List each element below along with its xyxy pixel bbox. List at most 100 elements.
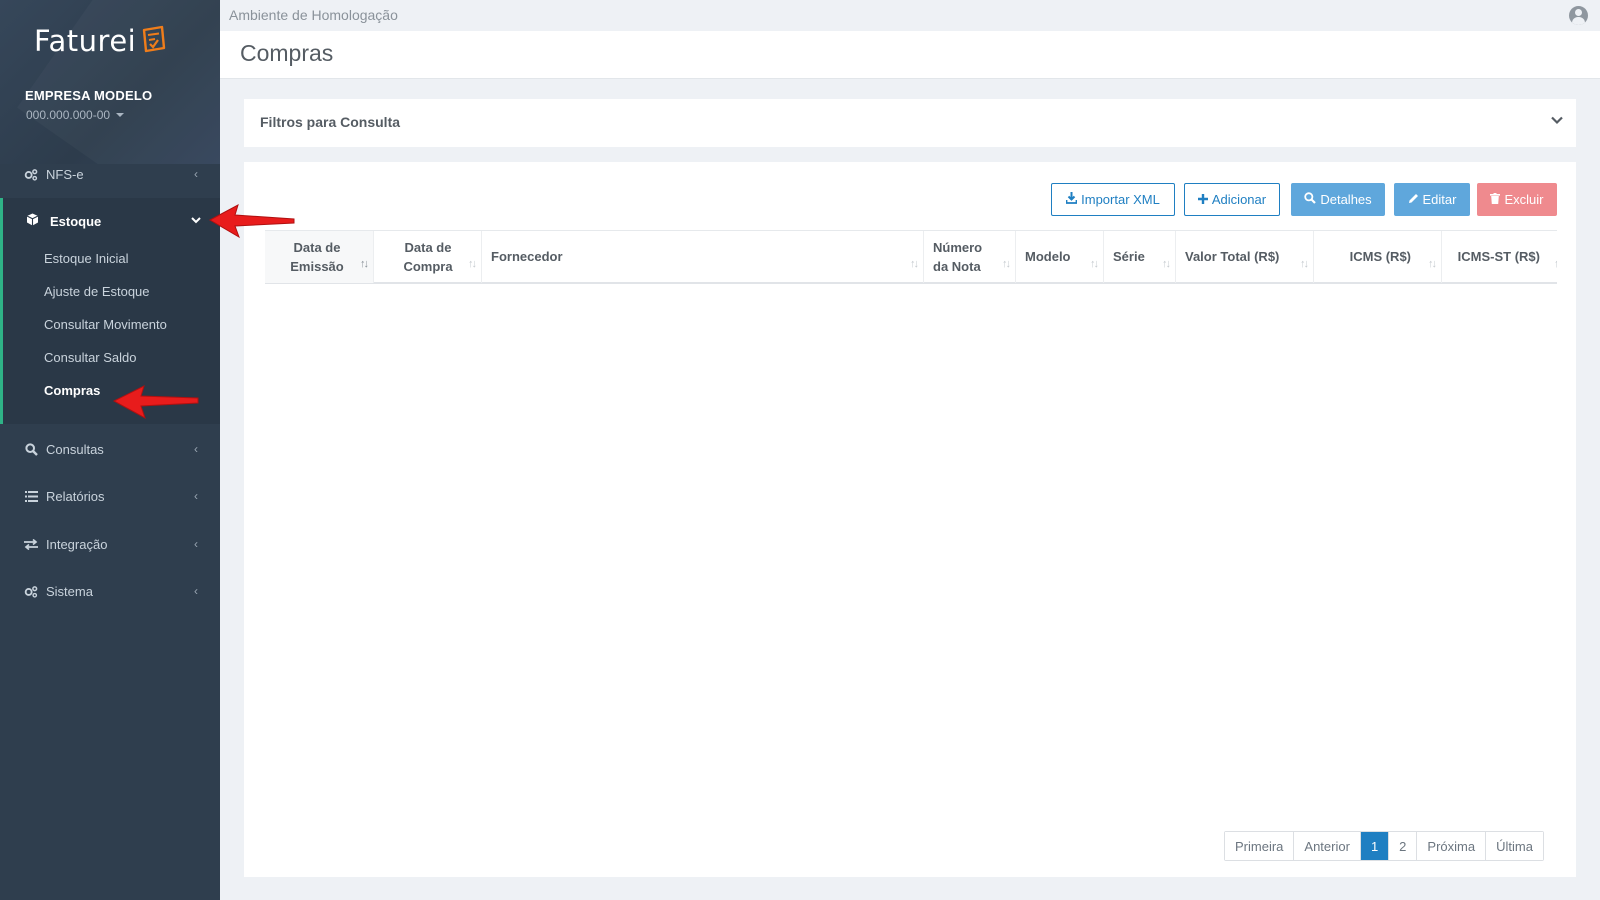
gears-icon bbox=[24, 167, 38, 181]
purchases-panel: Importar XML Adicionar Detalhes Editar E… bbox=[244, 162, 1576, 877]
pagination-last[interactable]: Última bbox=[1486, 832, 1543, 860]
sidebar-item-sistema[interactable]: Sistema ‹ bbox=[0, 574, 220, 608]
sidebar: Faturei EMPRESA MODELO 000.000.000-00 NF… bbox=[0, 0, 220, 900]
column-header-fornecedor[interactable]: Fornecedor ↑↓ bbox=[482, 231, 924, 283]
company-selector[interactable]: 000.000.000-00 bbox=[26, 108, 125, 122]
trash-icon bbox=[1490, 192, 1501, 207]
company-name: EMPRESA MODELO bbox=[25, 88, 153, 103]
sort-icon: ↑↓ bbox=[1002, 258, 1011, 270]
column-header-modelo[interactable]: Modelo ↑↓ bbox=[1016, 231, 1104, 283]
delete-button[interactable]: Excluir bbox=[1477, 183, 1557, 216]
column-label-line2: da Nota bbox=[933, 259, 981, 274]
download-icon bbox=[1065, 192, 1078, 207]
pagination-page-1[interactable]: 1 bbox=[1360, 832, 1390, 860]
logo-text: Faturei bbox=[34, 24, 137, 58]
column-label-line2: Compra bbox=[403, 259, 453, 274]
sort-icon: ↑↓ bbox=[1428, 258, 1437, 270]
sort-icon: ↑↓ bbox=[910, 258, 919, 270]
sidebar-item-label: Relatórios bbox=[46, 488, 105, 504]
annotation-arrow-icon bbox=[208, 203, 295, 239]
exchange-icon bbox=[24, 537, 38, 551]
sort-icon: ↑↓ bbox=[1554, 258, 1557, 270]
chevron-left-icon: ‹ bbox=[194, 537, 198, 551]
column-label-line1: Série bbox=[1113, 249, 1145, 264]
edit-button[interactable]: Editar bbox=[1394, 183, 1470, 216]
sidebar-item-nfse[interactable]: NFS-e ‹ bbox=[0, 157, 220, 191]
chevron-left-icon: ‹ bbox=[194, 167, 198, 181]
search-icon bbox=[1304, 192, 1317, 207]
column-header-numero-nota[interactable]: Número da Nota ↑↓ bbox=[924, 231, 1016, 283]
filters-panel[interactable]: Filtros para Consulta bbox=[244, 99, 1576, 147]
top-bar: Ambiente de Homologação bbox=[220, 0, 1600, 31]
user-icon[interactable] bbox=[1569, 6, 1588, 25]
column-label-line1: ICMS-ST (R$) bbox=[1457, 249, 1540, 264]
sidebar-item-label: Estoque bbox=[50, 213, 102, 229]
sidebar-item-label: Integração bbox=[46, 536, 108, 552]
environment-label: Ambiente de Homologação bbox=[229, 7, 398, 23]
chevron-down-icon[interactable] bbox=[1550, 113, 1564, 127]
sidebar-item-relatorios[interactable]: Relatórios ‹ bbox=[0, 479, 220, 513]
title-bar: Compras bbox=[220, 31, 1600, 79]
chevron-left-icon: ‹ bbox=[194, 584, 198, 598]
column-label-line1: Data de bbox=[404, 240, 452, 255]
sort-icon: ↑↓ bbox=[1300, 258, 1309, 270]
filters-title: Filtros para Consulta bbox=[260, 114, 401, 130]
details-button[interactable]: Detalhes bbox=[1291, 183, 1385, 216]
company-cnpj: 000.000.000-00 bbox=[26, 108, 111, 122]
annotation-arrow-icon bbox=[112, 385, 199, 420]
pagination: Primeira Anterior 1 2 Próxima Última bbox=[1224, 831, 1544, 861]
column-label-line1: Modelo bbox=[1025, 249, 1071, 264]
add-button[interactable]: Adicionar bbox=[1184, 183, 1280, 216]
gears-icon bbox=[24, 584, 38, 598]
sidebar-item-label: Sistema bbox=[46, 583, 93, 599]
column-label-line1: Fornecedor bbox=[491, 249, 563, 264]
column-header-serie[interactable]: Série ↑↓ bbox=[1104, 231, 1176, 283]
caret-down-icon bbox=[116, 113, 125, 117]
purchases-table-header: Data de Emissão ↑↓ Data de Compra ↑↓ For… bbox=[265, 230, 1557, 284]
box-icon bbox=[26, 213, 39, 229]
column-header-valor-total[interactable]: Valor Total (R$) ↑↓ bbox=[1176, 231, 1314, 283]
pagination-prev[interactable]: Anterior bbox=[1294, 832, 1361, 860]
pagination-next[interactable]: Próxima bbox=[1417, 832, 1487, 860]
pagination-first[interactable]: Primeira bbox=[1225, 832, 1295, 860]
sidebar-item-consultas[interactable]: Consultas ‹ bbox=[0, 432, 220, 466]
pagination-page-2[interactable]: 2 bbox=[1389, 832, 1418, 860]
column-header-icms[interactable]: ICMS (R$) ↑↓ bbox=[1314, 231, 1442, 283]
sidebar-subitem-consultar-saldo[interactable]: Consultar Saldo bbox=[44, 350, 137, 365]
search-icon bbox=[24, 442, 38, 456]
column-label-line1: ICMS (R$) bbox=[1349, 249, 1411, 264]
sort-icon: ↑↓ bbox=[468, 258, 477, 270]
sidebar-subitem-ajuste-estoque[interactable]: Ajuste de Estoque bbox=[44, 284, 150, 299]
import-xml-label: Importar XML bbox=[1081, 192, 1160, 207]
column-label-line1: Valor Total (R$) bbox=[1185, 249, 1280, 264]
sidebar-subitem-consultar-movimento[interactable]: Consultar Movimento bbox=[44, 317, 167, 332]
list-icon bbox=[24, 489, 38, 503]
sort-icon: ↑↓ bbox=[360, 258, 369, 270]
column-header-data-compra[interactable]: Data de Compra ↑↓ bbox=[374, 231, 482, 283]
sort-icon: ↑↓ bbox=[1090, 258, 1099, 270]
delete-label: Excluir bbox=[1504, 192, 1544, 207]
sidebar-subitem-compras[interactable]: Compras bbox=[44, 383, 100, 398]
sidebar-item-label: NFS-e bbox=[46, 166, 84, 182]
pencil-icon bbox=[1408, 193, 1419, 207]
brand-logo[interactable]: Faturei bbox=[34, 24, 166, 58]
chevron-left-icon: ‹ bbox=[194, 442, 198, 456]
sidebar-subitem-estoque-inicial[interactable]: Estoque Inicial bbox=[44, 251, 129, 266]
page-title: Compras bbox=[240, 40, 334, 66]
column-label-line1: Data de bbox=[293, 240, 341, 255]
sidebar-item-estoque[interactable]: Estoque bbox=[3, 204, 220, 238]
column-label-line1: Número bbox=[933, 240, 983, 255]
sidebar-item-integracao[interactable]: Integração ‹ bbox=[0, 527, 220, 561]
sort-icon: ↑↓ bbox=[1162, 258, 1171, 270]
logo-receipt-icon bbox=[143, 25, 166, 53]
details-label: Detalhes bbox=[1320, 192, 1372, 207]
plus-icon bbox=[1197, 193, 1208, 207]
sidebar-header: Faturei EMPRESA MODELO 000.000.000-00 bbox=[0, 0, 220, 164]
column-header-icms-st[interactable]: ICMS-ST (R$) ↑↓ bbox=[1442, 231, 1557, 283]
chevron-down-icon bbox=[191, 215, 201, 227]
chevron-left-icon: ‹ bbox=[194, 489, 198, 503]
import-xml-button[interactable]: Importar XML bbox=[1051, 183, 1175, 216]
edit-label: Editar bbox=[1422, 192, 1457, 207]
add-label: Adicionar bbox=[1211, 192, 1267, 207]
column-label-line2: Emissão bbox=[290, 259, 344, 274]
